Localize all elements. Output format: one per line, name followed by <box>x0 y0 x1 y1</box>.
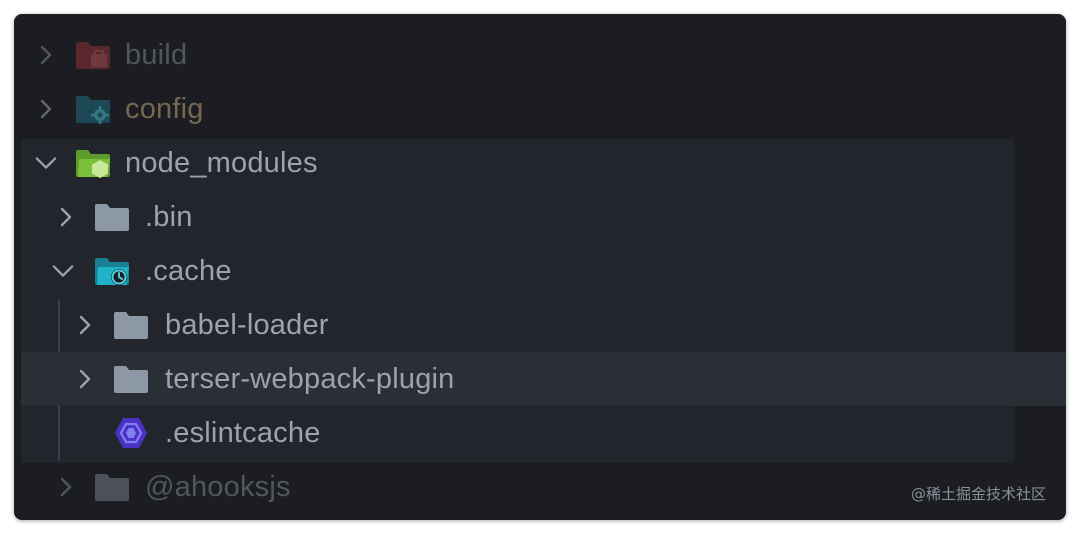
tree-item-label: config <box>125 92 204 125</box>
tree-item-cache[interactable]: .cache <box>14 244 1066 298</box>
tree-item-node-modules[interactable]: node_modules <box>14 136 1066 190</box>
folder-icon <box>94 472 130 502</box>
folder-icon <box>113 310 149 340</box>
file-explorer-panel: build config node_modules .bin .cache ba… <box>14 14 1066 520</box>
chevron-right-icon[interactable] <box>55 476 77 498</box>
tree-item-label: node_modules <box>125 146 318 179</box>
chevron-right-icon[interactable] <box>35 98 57 120</box>
tree-item-label: .bin <box>145 200 193 233</box>
folder-build-icon <box>75 40 111 70</box>
tree-item-label: .eslintcache <box>165 416 321 449</box>
tree-item-terser-webpack-plugin[interactable]: terser-webpack-plugin <box>21 352 1066 406</box>
chevron-right-icon[interactable] <box>55 206 77 228</box>
tree-item-label: babel-loader <box>165 308 329 341</box>
folder-icon <box>113 364 149 394</box>
tree-item-label: .cache <box>145 254 232 287</box>
tree-item-label: build <box>125 38 188 71</box>
folder-config-icon <box>75 94 111 124</box>
tree-item-label: terser-webpack-plugin <box>165 362 455 395</box>
tree-item-bin[interactable]: .bin <box>14 190 1066 244</box>
chevron-right-icon[interactable] <box>35 44 57 66</box>
folder-icon <box>94 202 130 232</box>
watermark: @稀土掘金技术社区 <box>910 485 1046 503</box>
tree-item-label: @ahooksjs <box>145 470 291 503</box>
chevron-down-icon[interactable] <box>52 260 74 282</box>
tree-item-eslintcache[interactable]: .eslintcache <box>14 406 1066 460</box>
chevron-right-icon[interactable] <box>74 368 96 390</box>
chevron-right-icon[interactable] <box>74 314 96 336</box>
folder-cache-icon <box>94 256 130 286</box>
folder-node-icon <box>75 148 111 178</box>
chevron-down-icon[interactable] <box>35 152 57 174</box>
tree-item-ahooksjs[interactable]: @ahooksjs <box>14 460 1066 514</box>
tree-item-babel-loader[interactable]: babel-loader <box>14 298 1066 352</box>
eslint-file-icon <box>113 418 149 448</box>
tree-item-build[interactable]: build <box>14 28 1066 82</box>
tree-item-config[interactable]: config <box>14 82 1066 136</box>
